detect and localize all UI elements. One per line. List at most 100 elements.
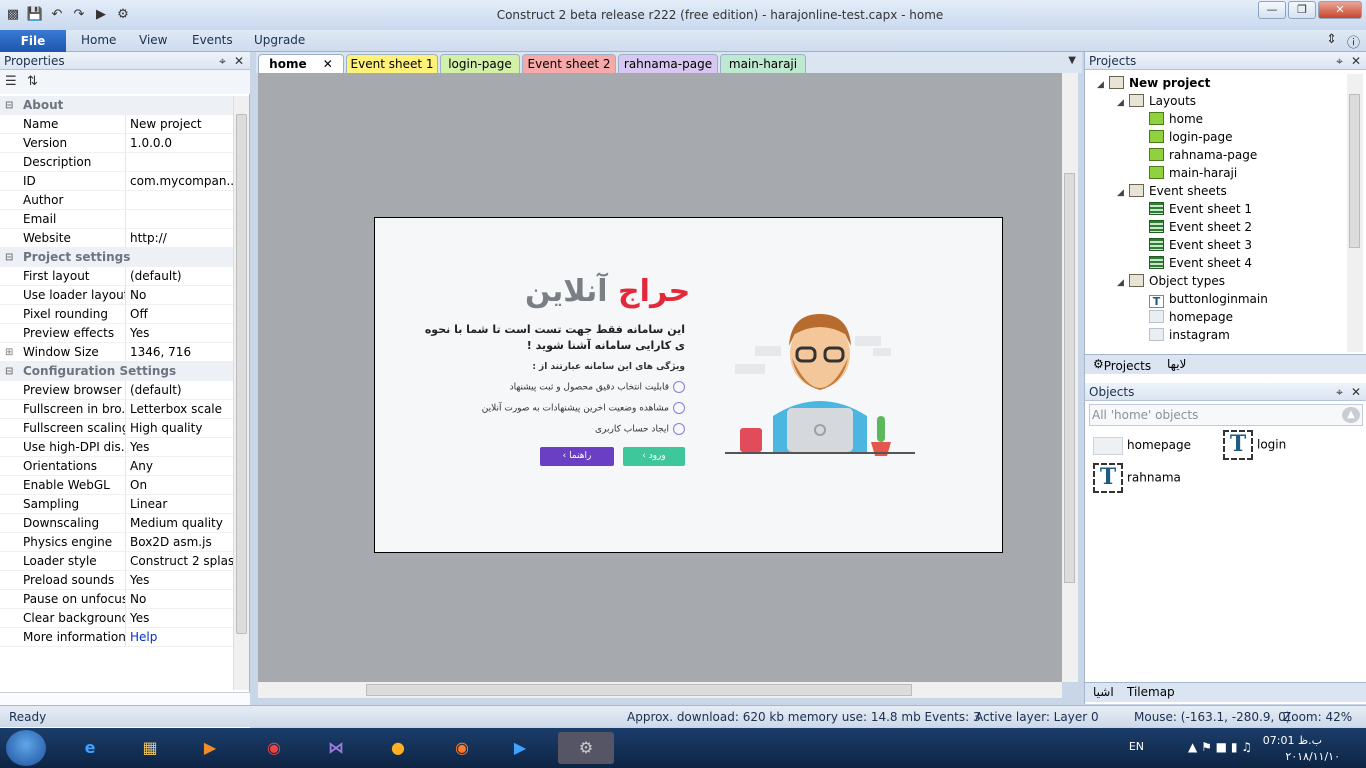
doc-tab[interactable]: main-haraji <box>720 54 806 73</box>
firefox-icon[interactable]: ◉ <box>440 732 484 764</box>
property-row[interactable]: Preview browser (default) <box>0 381 233 400</box>
tree-objecttype-item[interactable]: homepage <box>1137 308 1233 326</box>
tree-objecttype-item[interactable]: instagram <box>1137 326 1230 344</box>
close-panel-icon[interactable]: ✕ <box>234 54 244 68</box>
property-row[interactable]: Version 1.0.0.0 <box>0 134 233 153</box>
tray-icons[interactable]: ▲ ⚑ ■ ▮ ♫ <box>1188 740 1252 754</box>
property-row[interactable]: Orientations Any <box>0 457 233 476</box>
property-row[interactable]: Clear background Yes <box>0 609 233 628</box>
chrome-icon[interactable]: ◉ <box>252 732 296 764</box>
tree-layout-item[interactable]: login-page <box>1137 128 1233 146</box>
undo-icon[interactable]: ↶ <box>48 6 66 24</box>
tree-layout-item[interactable]: rahnama-page <box>1137 146 1257 164</box>
tree-project-root[interactable]: ◢ New project <box>1097 74 1210 92</box>
close-panel-icon[interactable]: ✕ <box>1351 54 1361 68</box>
editor-vertical-scrollbar[interactable] <box>1062 73 1078 682</box>
tree-eventsheet-item[interactable]: Event sheet 3 <box>1137 236 1252 254</box>
pin-icon[interactable]: ⌖ <box>1336 54 1343 68</box>
minimize-button[interactable]: — <box>1258 1 1286 19</box>
property-row[interactable]: Preload sounds Yes <box>0 571 233 590</box>
clock-date[interactable]: ۲۰۱۸/۱۱/۱۰ <box>1285 750 1340 763</box>
property-row[interactable]: More information Help <box>0 628 233 647</box>
tab-upgrade[interactable]: Upgrade <box>254 33 305 47</box>
file-menu-button[interactable]: File <box>0 30 66 52</box>
tab-home[interactable]: Home <box>81 33 116 47</box>
property-row[interactable]: Physics engine Box2D asm.js <box>0 533 233 552</box>
explorer-icon[interactable]: ▦ <box>128 732 172 764</box>
object-item[interactable]: homepage <box>1093 436 1191 455</box>
pin-icon[interactable]: ⌖ <box>1336 385 1343 399</box>
redo-icon[interactable]: ↷ <box>70 6 88 24</box>
property-category[interactable]: ⊟ About <box>0 96 233 115</box>
property-category[interactable]: ⊟ Configuration Settings <box>0 362 233 381</box>
tree-objecttype-item[interactable]: Tbuttonloginmain <box>1137 290 1268 308</box>
property-row[interactable]: Sampling Linear <box>0 495 233 514</box>
start-button[interactable] <box>6 730 46 766</box>
ie-icon[interactable]: e <box>68 732 112 764</box>
language-indicator[interactable]: EN <box>1129 740 1144 753</box>
tree-folder-eventsheets[interactable]: ◢ Event sheets <box>1117 182 1227 200</box>
tree-layout-item[interactable]: home <box>1137 110 1203 128</box>
property-row[interactable]: Pixel rounding Off <box>0 305 233 324</box>
property-row[interactable]: ⊞ Window Size 1346, 716 <box>0 343 233 362</box>
property-row[interactable]: Pause on unfocus No <box>0 590 233 609</box>
property-row[interactable]: Email <box>0 210 233 229</box>
media-player-icon[interactable]: ▶ <box>188 732 232 764</box>
doc-tab[interactable]: login-page <box>440 54 520 73</box>
maximize-button[interactable]: ❐ <box>1288 1 1316 19</box>
categorized-icon[interactable]: ☰ <box>5 74 17 89</box>
property-row[interactable]: Author <box>0 191 233 210</box>
winamp-icon[interactable]: ● <box>376 732 420 764</box>
object-item[interactable]: Trahnama <box>1093 463 1181 493</box>
tab-projects[interactable]: ⚙ Projects <box>1093 357 1151 373</box>
debug-icon[interactable]: ⚙ <box>114 6 132 24</box>
tab-objects[interactable]: اشیا <box>1093 685 1114 699</box>
editor-horizontal-scrollbar[interactable] <box>258 682 1062 698</box>
property-category[interactable]: ⊟ Project settings <box>0 248 233 267</box>
run-icon[interactable]: ▶ <box>92 6 110 24</box>
login-button[interactable]: ‹ ورود <box>623 447 685 466</box>
clock-time[interactable]: 07:01 ب.ظ <box>1263 734 1322 747</box>
tab-tilemap[interactable]: Tilemap <box>1127 685 1175 699</box>
property-row[interactable]: Fullscreen in bro... Letterbox scale <box>0 400 233 419</box>
object-item[interactable]: Tlogin <box>1223 430 1286 460</box>
property-row[interactable]: Use loader layout No <box>0 286 233 305</box>
property-row[interactable]: Use high-DPI dis... Yes <box>0 438 233 457</box>
property-row[interactable]: First layout (default) <box>0 267 233 286</box>
help-icon[interactable]: ⓘ <box>1347 32 1360 51</box>
property-row[interactable]: Preview effects Yes <box>0 324 233 343</box>
property-row[interactable]: Fullscreen scaling High quality <box>0 419 233 438</box>
tree-eventsheet-item[interactable]: Event sheet 1 <box>1137 200 1252 218</box>
doc-tab[interactable]: rahnama-page <box>618 54 718 73</box>
guide-button[interactable]: ‹ راهنما <box>540 447 614 466</box>
property-row[interactable]: ID com.mycompan... <box>0 172 233 191</box>
close-panel-icon[interactable]: ✕ <box>1351 385 1361 399</box>
sort-az-icon[interactable]: ⇅ <box>27 74 38 89</box>
construct-active-icon[interactable]: ⚙ <box>558 732 614 764</box>
property-row[interactable]: Downscaling Medium quality <box>0 514 233 533</box>
property-row[interactable]: Loader style Construct 2 splash <box>0 552 233 571</box>
tree-folder-objecttypes[interactable]: ◢ Object types <box>1117 272 1225 290</box>
save-icon[interactable]: 💾 <box>26 6 44 24</box>
tree-layout-item[interactable]: main-haraji <box>1137 164 1237 182</box>
objects-filter[interactable]: All 'home' objects ▲ <box>1089 404 1363 426</box>
app-icon[interactable]: ▩ <box>4 6 22 24</box>
doc-tab[interactable]: Event sheet 1 <box>346 54 438 73</box>
doc-tab[interactable]: home ✕ <box>258 54 344 73</box>
properties-scrollbar[interactable] <box>233 96 249 690</box>
projects-scrollbar[interactable] <box>1347 74 1363 352</box>
tab-events[interactable]: Events <box>192 33 233 47</box>
property-row[interactable]: Description <box>0 153 233 172</box>
ribbon-collapse-icon[interactable]: ⇕ <box>1326 32 1337 51</box>
visual-studio-icon[interactable]: ⋈ <box>314 732 358 764</box>
tree-folder-layouts[interactable]: ◢ Layouts <box>1117 92 1196 110</box>
doc-tab[interactable]: Event sheet 2 <box>522 54 616 73</box>
tree-eventsheet-item[interactable]: Event sheet 2 <box>1137 218 1252 236</box>
construct-icon[interactable]: ▶ <box>498 732 542 764</box>
layout-canvas[interactable]: حراج آنلاین این سامانه فقط جهت تست است ت… <box>374 217 1003 553</box>
property-row[interactable]: Name New project <box>0 115 233 134</box>
close-button[interactable]: ✕ <box>1318 1 1362 19</box>
property-row[interactable]: Enable WebGL On <box>0 476 233 495</box>
tabs-dropdown-icon[interactable]: ▼ <box>1068 55 1076 66</box>
up-folder-icon[interactable]: ▲ <box>1342 407 1360 423</box>
